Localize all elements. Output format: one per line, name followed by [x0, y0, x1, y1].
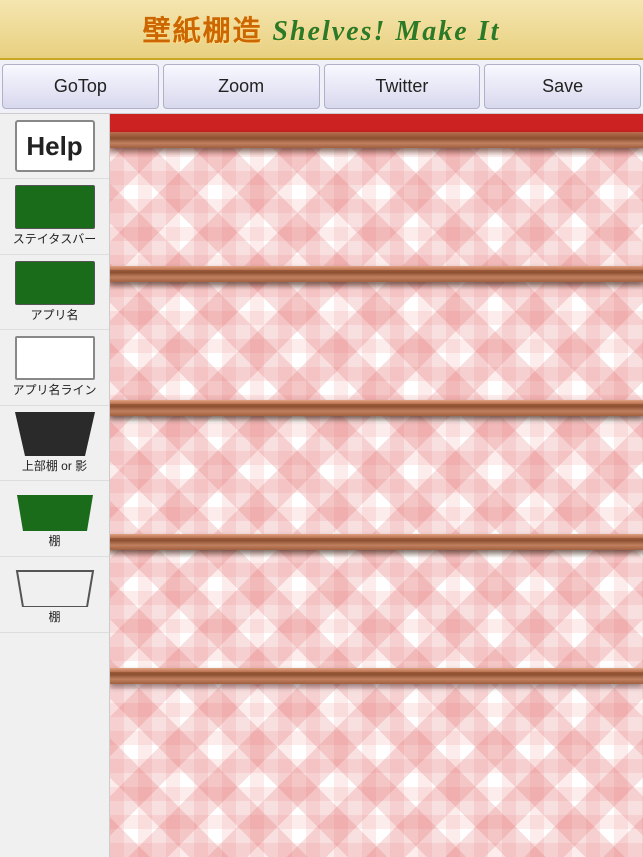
- sidebar-item-app-name[interactable]: アプリ名: [0, 255, 109, 331]
- sidebar-item-shelf1[interactable]: 棚: [0, 481, 109, 557]
- title-english: Shelves! Make It: [272, 16, 500, 47]
- top-shelf-bar: [110, 132, 643, 148]
- app-header: 壁紙棚造 Shelves! Make It: [0, 0, 643, 60]
- sidebar-item-status-bar[interactable]: ステイタスバー: [0, 179, 109, 255]
- zoom-button[interactable]: Zoom: [163, 64, 320, 109]
- top-shelf-icon: [15, 412, 95, 456]
- app-name-line-color-swatch: [15, 336, 95, 380]
- sidebar-item-shelf2[interactable]: 棚: [0, 557, 109, 633]
- main-area: Help ステイタスバー アプリ名 アプリ名ライン 上部棚 or 影: [0, 114, 643, 857]
- sidebar: Help ステイタスバー アプリ名 アプリ名ライン 上部棚 or 影: [0, 114, 110, 857]
- shelf1-icon: [15, 487, 95, 531]
- app-name-color-swatch: [15, 261, 95, 305]
- toolbar: GoTop Zoom Twitter Save: [0, 60, 643, 114]
- twitter-button[interactable]: Twitter: [324, 64, 481, 109]
- top-shelf-shadow: [110, 148, 643, 156]
- shelf-bar-2: [110, 400, 643, 416]
- shelf-space-4: [110, 558, 643, 668]
- shelf2-icon: [15, 563, 95, 607]
- shelf-shadow-3: [110, 550, 643, 558]
- title-japanese: 壁紙棚造: [143, 15, 263, 46]
- shelf-shadow-2: [110, 416, 643, 424]
- sidebar-item-shelf2-label: 棚: [48, 610, 60, 626]
- status-bar-color-swatch: [15, 185, 95, 229]
- top-red-bar: [110, 114, 643, 132]
- sidebar-item-app-name-label: アプリ名: [30, 308, 78, 324]
- shelf-space-2: [110, 290, 643, 400]
- sidebar-item-shelf1-label: 棚: [48, 534, 60, 550]
- sidebar-item-app-name-line[interactable]: アプリ名ライン: [0, 330, 109, 406]
- app-title: 壁紙棚造 Shelves! Make It: [143, 9, 501, 49]
- shelf-shadow-1: [110, 282, 643, 290]
- canvas-background: [110, 114, 643, 857]
- save-button[interactable]: Save: [484, 64, 641, 109]
- gotop-button[interactable]: GoTop: [2, 64, 159, 109]
- sidebar-item-status-bar-label: ステイタスバー: [13, 232, 97, 248]
- shelf-space-3: [110, 424, 643, 534]
- shelf-bar-3: [110, 534, 643, 550]
- help-icon: Help: [15, 120, 95, 172]
- sidebar-item-top-shelf-label: 上部棚 or 影: [22, 459, 87, 475]
- sidebar-item-top-shelf[interactable]: 上部棚 or 影: [0, 406, 109, 482]
- sidebar-item-help[interactable]: Help: [0, 114, 109, 179]
- shelf-bar-4: [110, 668, 643, 684]
- canvas-area: [110, 114, 643, 857]
- shelf-space-1: [110, 156, 643, 266]
- shelf-bar-1: [110, 266, 643, 282]
- sidebar-item-app-name-line-label: アプリ名ライン: [12, 383, 96, 399]
